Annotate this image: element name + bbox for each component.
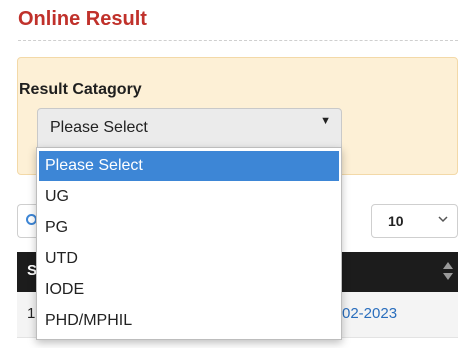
result-category-dropdown[interactable]: Please Select UG PG UTD IODE PHD/MPHIL [36, 147, 342, 340]
option-utd[interactable]: UTD [39, 244, 339, 274]
option-phd-mphil[interactable]: PHD/MPHIL [39, 306, 339, 336]
option-iode[interactable]: IODE [39, 275, 339, 305]
result-link[interactable]: 02-2023 [342, 305, 397, 322]
chevron-down-icon [438, 216, 448, 223]
sort-icon[interactable] [442, 260, 454, 282]
page-title: Online Result [18, 8, 147, 30]
option-ug[interactable]: UG [39, 182, 339, 212]
option-pg[interactable]: PG [39, 213, 339, 243]
result-category-select[interactable]: Please Select ▼ [37, 108, 342, 148]
option-please-select[interactable]: Please Select [39, 151, 339, 181]
select-current-value: Please Select [50, 119, 148, 136]
result-category-label: Result Catagory [19, 81, 142, 98]
title-divider [18, 40, 458, 41]
row-number: 1 [27, 305, 36, 322]
page-length-select[interactable]: 10 [371, 204, 458, 238]
page-length-value: 10 [388, 213, 404, 229]
dropdown-caret-icon: ▼ [320, 115, 331, 127]
